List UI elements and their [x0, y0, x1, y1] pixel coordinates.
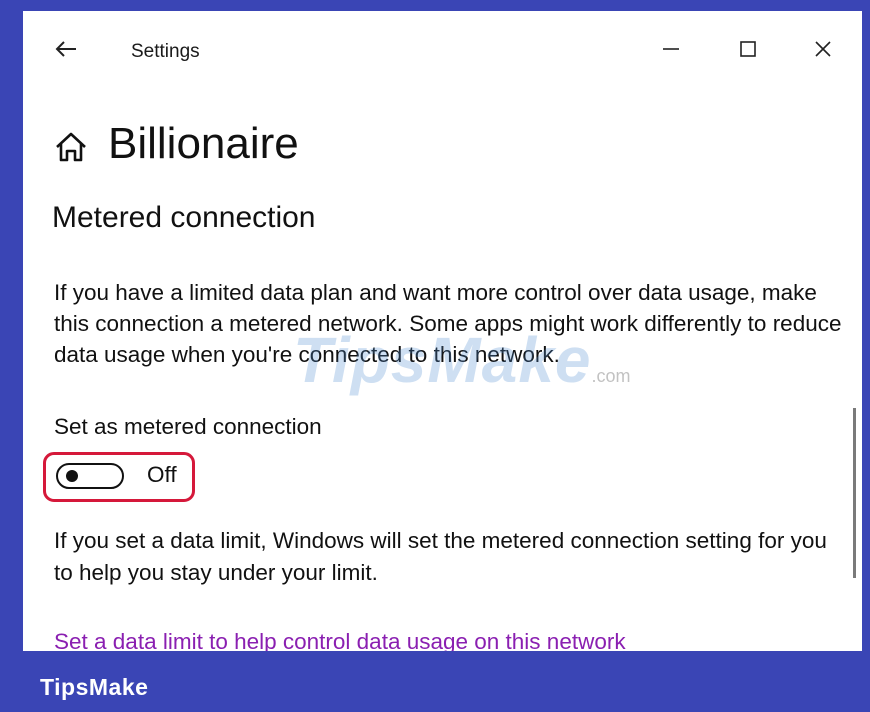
home-icon[interactable] — [53, 129, 89, 165]
back-button[interactable] — [51, 36, 81, 66]
set-data-limit-link[interactable]: Set a data limit to help control data us… — [54, 629, 626, 651]
frame-top-border — [0, 0, 870, 11]
frame-right-border — [862, 0, 870, 712]
page-title: Billionaire — [108, 119, 299, 168]
arrow-left-icon — [54, 39, 78, 64]
metered-toggle-label: Set as metered connection — [54, 414, 322, 439]
metered-description: If you have a limited data plan and want… — [54, 280, 842, 367]
scrollbar[interactable] — [853, 408, 856, 578]
maximize-icon — [738, 39, 758, 64]
window-title: Settings — [131, 41, 200, 62]
maximize-button[interactable] — [733, 36, 763, 66]
toggle-knob — [66, 470, 78, 482]
settings-window: Settings Billionaire Metered connection … — [23, 11, 862, 651]
footer-brand: TipsMake — [40, 674, 149, 700]
close-icon — [813, 39, 833, 64]
section-title: Metered connection — [52, 201, 316, 234]
data-limit-description: If you set a data limit, Windows will se… — [54, 528, 827, 585]
minimize-icon — [661, 39, 681, 64]
frame-left-border — [0, 0, 23, 712]
metered-connection-toggle[interactable] — [56, 463, 124, 489]
close-button[interactable] — [808, 36, 838, 66]
toggle-state-text: Off — [147, 462, 177, 487]
minimize-button[interactable] — [656, 36, 686, 66]
